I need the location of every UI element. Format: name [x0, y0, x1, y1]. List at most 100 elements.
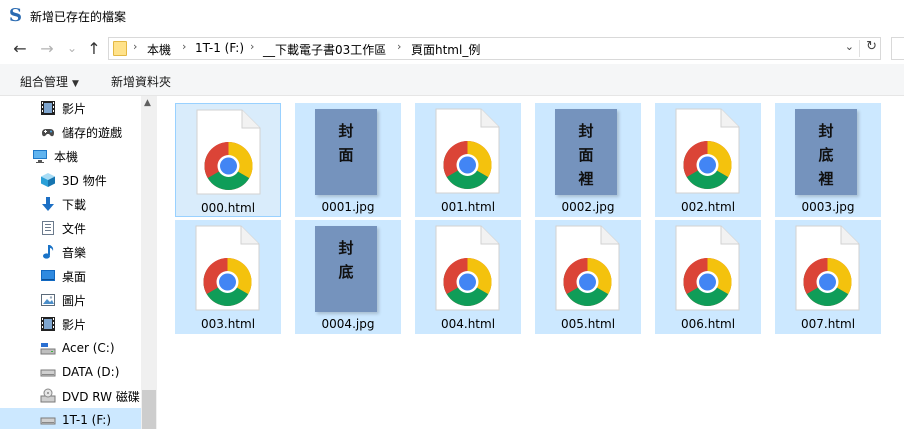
breadcrumb-separator-icon[interactable]: ›	[397, 40, 401, 53]
file-item[interactable]: 001.html	[415, 103, 521, 217]
thumbnail-caption: 封面	[338, 122, 354, 164]
recent-locations-button[interactable]: ⌄	[62, 38, 82, 58]
folder-icon	[113, 41, 127, 56]
sidebar-item-label: 圖片	[62, 293, 87, 308]
file-name: 000.html	[200, 201, 256, 215]
file-item[interactable]: 002.html	[655, 103, 761, 217]
sidebar-item-drive-d[interactable]: DATA (D:)	[0, 360, 141, 384]
refresh-icon[interactable]: ↻	[866, 39, 877, 54]
breadcrumb-workspace[interactable]: __下載電子書03工作區	[263, 41, 386, 58]
file-name: 007.html	[800, 317, 856, 331]
video-icon	[40, 316, 56, 332]
navigation-row: ← → ⌄ ↑ › 本機 › 1T-1 (F:) › __下載電子書03工作區 …	[0, 32, 904, 64]
sidebar-item-drive-f[interactable]: 1T-1 (F:)	[0, 408, 141, 429]
file-name: 001.html	[440, 200, 496, 214]
sidebar-item-label: 桌面	[62, 269, 87, 284]
dvd-drive-icon	[40, 388, 56, 404]
thumbnail-caption: 封底裡	[818, 122, 834, 188]
image-thumbnail: 封底裡	[795, 109, 857, 195]
image-thumbnail: 封面	[315, 109, 377, 195]
sidebar-item-3d-objects[interactable]: 3D 物件	[0, 168, 141, 192]
image-thumbnail: 封底	[315, 226, 377, 312]
drive-icon	[40, 412, 56, 428]
title-bar: S 新增已存在的檔案	[0, 0, 904, 32]
file-item[interactable]: 007.html	[775, 220, 881, 334]
sidebar-item-videos[interactable]: 影片	[0, 96, 141, 120]
saved-games-icon	[40, 124, 56, 140]
file-item[interactable]: 003.html	[175, 220, 281, 334]
file-name: 0003.jpg	[801, 200, 855, 214]
file-item[interactable]: 004.html	[415, 220, 521, 334]
downloads-icon	[40, 196, 56, 212]
search-box[interactable]	[891, 37, 904, 60]
file-list: 000.html 封面 0001.jpg 001.html 封面裡 0002.j…	[157, 96, 904, 429]
drive-icon	[40, 364, 56, 380]
file-name: 002.html	[680, 200, 736, 214]
sidebar-item-documents[interactable]: 文件	[0, 216, 141, 240]
address-divider	[859, 40, 860, 57]
caret-down-icon: ▼	[72, 79, 79, 89]
pictures-icon	[40, 292, 56, 308]
thumbnail-caption: 封底	[338, 239, 354, 281]
navigation-pane: 影片 儲存的遊戲 本機 3D 物件 下載 文件 音樂 桌面 圖片 影片 Acer…	[0, 96, 157, 429]
up-button[interactable]: ↑	[84, 38, 104, 58]
sidebar-item-downloads[interactable]: 下載	[0, 192, 141, 216]
sidebar-item-label: 影片	[62, 101, 87, 116]
window-title: 新增已存在的檔案	[30, 10, 127, 24]
file-name: 0001.jpg	[321, 200, 375, 214]
file-item[interactable]: 封底 0004.jpg	[295, 220, 401, 334]
sidebar-item-label: 本機	[54, 149, 79, 164]
sidebar-item-drive-c[interactable]: Acer (C:)	[0, 336, 141, 360]
sidebar-item-videos[interactable]: 影片	[0, 312, 141, 336]
address-dropdown-icon[interactable]: ⌄	[845, 40, 854, 53]
scrollbar-thumb[interactable]	[142, 390, 156, 429]
file-item[interactable]: 006.html	[655, 220, 761, 334]
file-item[interactable]: 封面 0001.jpg	[295, 103, 401, 217]
file-item[interactable]: 005.html	[535, 220, 641, 334]
sidebar-item-dvd[interactable]: DVD RW 磁碟	[0, 384, 141, 408]
chrome-html-file-icon	[555, 225, 620, 311]
new-folder-button[interactable]: 新增資料夾	[111, 73, 171, 90]
scroll-up-icon[interactable]: ▲	[144, 98, 151, 108]
file-name: 003.html	[200, 317, 256, 331]
file-item[interactable]: 封底裡 0003.jpg	[775, 103, 881, 217]
sidebar-item-label: 影片	[62, 317, 87, 332]
sidebar-item-label: 3D 物件	[62, 173, 107, 188]
file-name: 0002.jpg	[561, 200, 615, 214]
music-icon	[40, 244, 56, 260]
breadcrumb-current-folder[interactable]: 頁面html_例	[411, 41, 480, 58]
address-bar[interactable]: › 本機 › 1T-1 (F:) › __下載電子書03工作區 › 頁面html…	[108, 37, 881, 60]
chrome-html-file-icon	[435, 108, 500, 194]
file-name: 004.html	[440, 317, 496, 331]
command-bar: 組合管理 ▼ 新增資料夾	[0, 64, 904, 96]
video-icon	[40, 100, 56, 116]
breadcrumb-separator-icon[interactable]: ›	[133, 40, 137, 53]
file-name: 0004.jpg	[321, 317, 375, 331]
file-item[interactable]: 000.html	[175, 103, 281, 217]
sidebar-item-label: 音樂	[62, 245, 87, 260]
sidebar-item-label: 文件	[62, 221, 87, 236]
sidebar-item-this-pc[interactable]: 本機	[0, 144, 141, 168]
file-name: 005.html	[560, 317, 616, 331]
back-button[interactable]: ←	[10, 38, 30, 58]
sidebar-item-desktop[interactable]: 桌面	[0, 264, 141, 288]
sidebar-item-saved-games[interactable]: 儲存的遊戲	[0, 120, 141, 144]
sidebar-item-label: Acer (C:)	[62, 341, 115, 355]
image-thumbnail: 封面裡	[555, 109, 617, 195]
documents-icon	[40, 220, 56, 236]
desktop-icon	[40, 268, 56, 284]
sidebar-scrollbar[interactable]: ▲	[141, 96, 157, 429]
file-name: 006.html	[680, 317, 736, 331]
breadcrumb-separator-icon[interactable]: ›	[250, 40, 254, 53]
breadcrumb-drive[interactable]: 1T-1 (F:)	[195, 41, 244, 55]
organize-label: 組合管理	[20, 75, 69, 89]
breadcrumb-this-pc[interactable]: 本機	[147, 41, 171, 58]
file-item[interactable]: 封面裡 0002.jpg	[535, 103, 641, 217]
sidebar-item-music[interactable]: 音樂	[0, 240, 141, 264]
forward-button[interactable]: →	[37, 38, 57, 58]
breadcrumb-separator-icon[interactable]: ›	[182, 40, 186, 53]
chrome-html-file-icon	[435, 225, 500, 311]
organize-button[interactable]: 組合管理 ▼	[20, 73, 79, 90]
sidebar-item-label: 1T-1 (F:)	[62, 413, 112, 427]
sidebar-item-pictures[interactable]: 圖片	[0, 288, 141, 312]
